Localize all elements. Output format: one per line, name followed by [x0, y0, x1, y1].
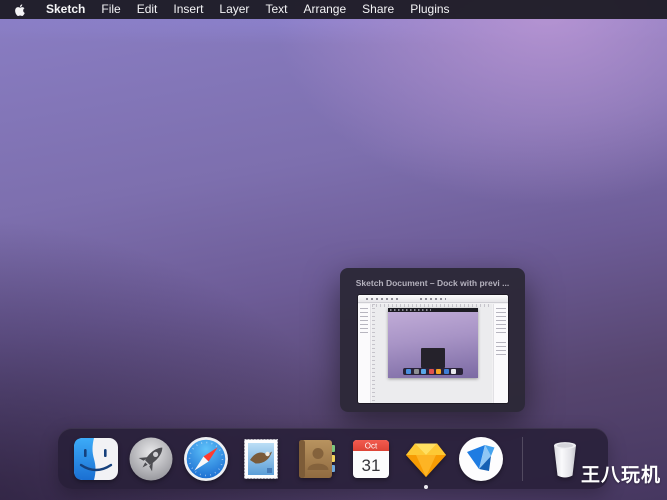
thumb-inspector-rows [496, 342, 506, 358]
thumb-mini-app-icon [413, 369, 419, 374]
menu-item-arrange[interactable]: Arrange [303, 0, 346, 19]
safari-icon[interactable] [183, 436, 229, 482]
finder-icon[interactable] [73, 436, 119, 482]
thumb-toolbar-icons [420, 298, 446, 300]
thumb-mini-app-icon [443, 369, 449, 374]
mail-icon[interactable] [238, 436, 284, 482]
thumb-ruler-horizontal [372, 304, 492, 307]
menu-item-text[interactable]: Text [265, 0, 287, 19]
running-indicator-dot [423, 484, 428, 489]
window-thumbnail[interactable] [358, 295, 508, 403]
thumb-inspector-rows [496, 308, 506, 334]
menu-item-app[interactable]: Sketch [46, 0, 85, 19]
thumb-artboard-dock [403, 368, 463, 375]
calendar-month-label: Oct [364, 441, 377, 450]
preview-window-title: Sketch Document – Dock with previ ... [355, 278, 510, 288]
thumb-mini-app-icon [451, 369, 456, 374]
apple-icon[interactable] [14, 3, 27, 17]
thumb-mini-app-icon [421, 369, 426, 374]
contacts-icon[interactable] [293, 436, 339, 482]
thumb-ruler-vertical [372, 304, 375, 403]
menu-item-edit[interactable]: Edit [137, 0, 158, 19]
thumb-artboard [388, 308, 478, 378]
thumb-artboard-dark-panel [421, 348, 445, 368]
calendar-icon[interactable]: Oct 31 [348, 436, 394, 482]
menu-item-insert[interactable]: Insert [173, 0, 203, 19]
calendar-day-label: 31 [361, 456, 380, 475]
launchpad-icon[interactable] [128, 436, 174, 482]
thumb-mini-app-icon [406, 369, 411, 374]
menu-bar: Sketch File Edit Insert Layer Text Arran… [0, 0, 667, 19]
thumb-layers-panel [358, 304, 371, 403]
desktop: Sketch File Edit Insert Layer Text Arran… [0, 0, 667, 500]
menu-item-layer[interactable]: Layer [219, 0, 249, 19]
menu-item-plugins[interactable]: Plugins [410, 0, 449, 19]
dock: Oct 31 [58, 428, 608, 489]
dock-divider [522, 436, 523, 481]
thumb-artboard-menubar-items [390, 309, 431, 311]
thumb-layer-list [360, 308, 368, 334]
thumb-inspector-panel [493, 304, 508, 403]
thumb-toolbar-icons [366, 298, 400, 300]
thumb-artboard-menubar [388, 308, 478, 312]
origami-bird-app-icon[interactable] [458, 436, 504, 482]
watermark-text: 王八玩机 [580, 465, 661, 486]
thumb-mini-app-icon [428, 369, 434, 374]
dock-window-preview-popup: Sketch Document – Dock with previ ... [340, 268, 525, 412]
thumb-mini-app-icon [436, 369, 441, 374]
menu-item-share[interactable]: Share [362, 0, 394, 19]
menu-item-file[interactable]: File [101, 0, 120, 19]
sketch-icon[interactable] [403, 436, 449, 489]
thumb-canvas [372, 304, 492, 403]
thumb-toolbar [358, 295, 508, 303]
